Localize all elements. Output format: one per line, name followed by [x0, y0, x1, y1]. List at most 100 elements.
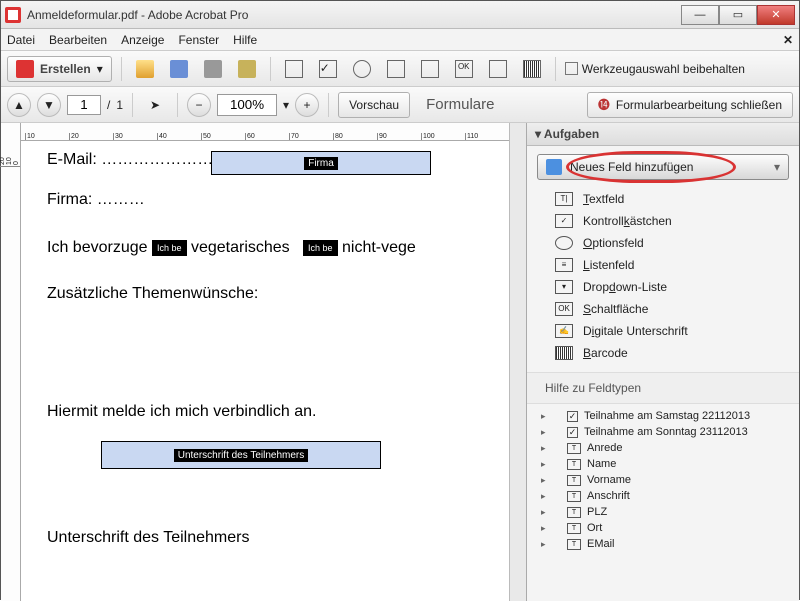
field-tree-item[interactable]: TAnrede [527, 440, 799, 456]
field-tree-item[interactable]: TEMail [527, 536, 799, 552]
checkbox-icon: ✓ [567, 411, 578, 422]
field-tree-label: Name [587, 458, 616, 470]
textfield-icon: T [567, 523, 581, 534]
ok-icon: OK [455, 60, 473, 78]
edit-button[interactable] [233, 56, 261, 82]
minimize-button[interactable]: — [681, 5, 719, 25]
zoom-in-button[interactable]: + [295, 93, 319, 117]
barcode-tool[interactable] [518, 56, 546, 82]
form-field-signature[interactable]: Unterschrift des Teilnehmers [101, 441, 381, 469]
signature-tool[interactable] [484, 56, 512, 82]
textfield-icon: T [567, 443, 581, 454]
field-tree-label: Teilnahme am Samstag 22112013 [584, 410, 750, 422]
menu-hilfe[interactable]: Hilfe [233, 33, 257, 47]
print-icon [204, 60, 222, 78]
page-up-button[interactable]: ▲ [7, 93, 31, 117]
chevron-down-icon: ▾ [774, 160, 780, 174]
close-form-edit-button[interactable]: ⓮ Formularbearbeitung schließen [587, 92, 793, 118]
menu-fenster[interactable]: Fenster [178, 33, 219, 47]
erstellen-label: Erstellen [40, 62, 91, 76]
doc-pref-b: vegetarisches [191, 239, 290, 256]
barcode-icon [555, 346, 573, 360]
keep-tool-label: Werkzeugauswahl beibehalten [582, 62, 745, 76]
button-tool[interactable]: OK [450, 56, 478, 82]
fieldtype-schaltflaeche[interactable]: OKSchaltfläche [527, 298, 799, 320]
panel-header-aufgaben[interactable]: ▾ Aufgaben [527, 123, 799, 146]
side-panel: ▾ Aufgaben Neues Feld hinzufügen ▾ T|TTe… [526, 123, 799, 601]
textfield-tool[interactable] [280, 56, 308, 82]
fieldtype-optionsfeld[interactable]: Optionsfeld [527, 232, 799, 254]
form-field-firma-tag: Firma [304, 157, 338, 170]
doc-pref-a: Ich bevorzuge [47, 239, 148, 256]
zoom-out-button[interactable]: − [187, 93, 211, 117]
field-tree-item[interactable]: ✓Teilnahme am Sonntag 23112013 [527, 424, 799, 440]
print-button[interactable] [199, 56, 227, 82]
field-type-list: T|TTextfeldextfeld ✓Kontrollkästchen Opt… [527, 184, 799, 372]
menu-anzeige[interactable]: Anzeige [121, 33, 164, 47]
document-area: 0102030405060708090 10203040506070809010… [1, 123, 526, 601]
close-window-button[interactable]: ✕ [757, 5, 795, 25]
folder-open-icon [136, 60, 154, 78]
page-current-input[interactable] [67, 95, 101, 115]
select-tool[interactable]: ➤ [142, 92, 168, 118]
open-button[interactable] [131, 56, 159, 82]
fieldtype-barcode[interactable]: Barcode [527, 342, 799, 364]
menu-bearbeiten[interactable]: Bearbeiten [49, 33, 107, 47]
new-field-label: Neues Feld hinzufügen [570, 160, 693, 174]
field-tree-item[interactable]: TAnschrift [527, 488, 799, 504]
vertical-scrollbar[interactable] [509, 123, 526, 601]
form-field-firma[interactable]: Firma [211, 151, 431, 175]
fieldtype-digitale-unterschrift[interactable]: ✍Digitale Unterschrift [527, 320, 799, 342]
close-form-icon: ⓮ [598, 96, 610, 113]
doc-anmelden: Hiermit melde ich mich verbindlich an. [47, 403, 483, 421]
form-field-pref1[interactable]: Ich be [152, 240, 187, 256]
vertical-ruler: 0102030405060708090 [1, 123, 21, 601]
mode-title: Formulare [426, 96, 494, 113]
pdf-icon [16, 60, 34, 78]
dropdown-icon: ▾ [97, 62, 103, 76]
signature-icon [489, 60, 507, 78]
fieldtype-dropdown[interactable]: ▾Dropdown-Liste [527, 276, 799, 298]
field-tree-item[interactable]: ✓ Teilnahme am Samstag 22112013 [527, 408, 799, 424]
checkbox-tool[interactable]: ✓ [314, 56, 342, 82]
doc-pref-c: nicht-vege [342, 239, 416, 256]
form-field-pref2[interactable]: Ich be [303, 240, 338, 256]
fieldtype-textfeld[interactable]: T|TTextfeldextfeld [527, 188, 799, 210]
textfield-icon: T [567, 507, 581, 518]
radio-tool[interactable] [348, 56, 376, 82]
maximize-button[interactable]: ▭ [719, 5, 757, 25]
menubar: Datei Bearbeiten Anzeige Fenster Hilfe ✕ [1, 29, 799, 51]
client-area: 0102030405060708090 10203040506070809010… [1, 123, 799, 601]
vorschau-button[interactable]: Vorschau [338, 92, 410, 118]
field-tree-label: Ort [587, 522, 602, 534]
field-tree-item[interactable]: TPLZ [527, 504, 799, 520]
ok-icon: OK [555, 302, 573, 316]
fieldtype-listenfeld[interactable]: ≡Listenfeld [527, 254, 799, 276]
keep-tool-checkbox[interactable]: Werkzeugauswahl beibehalten [565, 62, 745, 76]
help-fieldtypes[interactable]: Hilfe zu Feldtypen [527, 372, 799, 404]
close-document-button[interactable]: ✕ [783, 33, 793, 47]
page-sep: / [107, 98, 110, 112]
textfield-icon: T| [555, 192, 573, 206]
fieldtype-kontrollkaestchen[interactable]: ✓Kontrollkästchen [527, 210, 799, 232]
zoom-input[interactable] [217, 94, 277, 116]
zoom-dropdown-icon[interactable]: ▾ [283, 98, 289, 112]
new-field-button[interactable]: Neues Feld hinzufügen ▾ [537, 154, 789, 180]
page-down-button[interactable]: ▼ [37, 93, 61, 117]
field-tree-item[interactable]: T Ort [527, 520, 799, 536]
radio-icon [555, 236, 573, 250]
close-form-label: Formularbearbeitung schließen [616, 98, 782, 112]
pdf-page[interactable]: E-Mail: ……………………………………………… Firma Firma: … [21, 141, 509, 601]
checkbox-box-icon [565, 62, 578, 75]
checkbox-icon: ✓ [567, 427, 578, 438]
save-button[interactable] [165, 56, 193, 82]
field-tree-label: EMail [587, 538, 615, 550]
menu-datei[interactable]: Datei [7, 33, 35, 47]
dropdown-tool[interactable] [416, 56, 444, 82]
field-tree-item[interactable]: TName [527, 456, 799, 472]
app-icon [5, 7, 21, 23]
toolbar-secondary: ▲ ▼ / 1 ➤ − ▾ + Vorschau Formulare ⓮ For… [1, 87, 799, 123]
erstellen-button[interactable]: Erstellen ▾ [7, 56, 112, 82]
field-tree-item[interactable]: TVorname [527, 472, 799, 488]
list-tool[interactable] [382, 56, 410, 82]
